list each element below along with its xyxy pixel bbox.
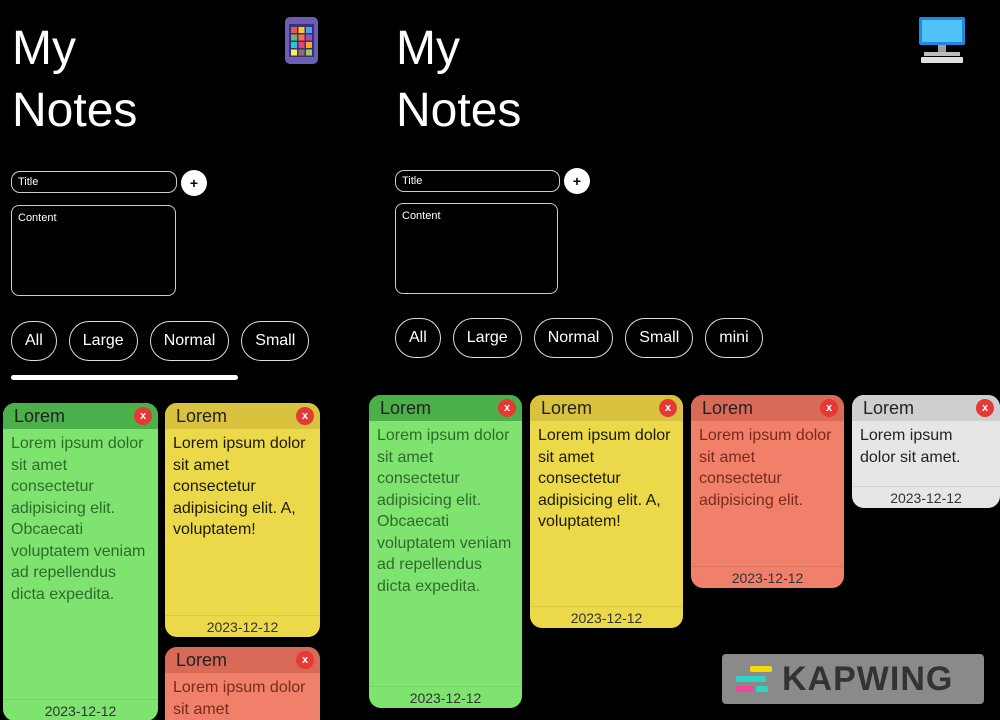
page-title: My Notes xyxy=(12,18,137,142)
close-icon[interactable]: x xyxy=(820,399,838,417)
note-header: Lorem x xyxy=(530,395,683,421)
note-card[interactable]: Lorem x Lorem ipsum dolor sit amet conse… xyxy=(165,403,320,637)
note-body: Lorem ipsum dolor sit amet consectetur a… xyxy=(377,427,512,595)
filter-all[interactable]: All xyxy=(11,321,57,361)
note-body: Lorem ipsum dolor sit amet. xyxy=(860,427,961,466)
note-header: Lorem x xyxy=(165,403,320,429)
close-icon[interactable]: x xyxy=(659,399,677,417)
filter-scrollbar[interactable] xyxy=(11,375,238,380)
note-date: 2023-12-12 xyxy=(691,566,844,588)
page-title-line1: My xyxy=(396,22,460,75)
note-date: 2023-12-12 xyxy=(3,699,158,720)
page-title-line2: Notes xyxy=(396,84,522,137)
title-input[interactable] xyxy=(11,171,177,193)
note-header: Lorem x xyxy=(852,395,1000,421)
filter-normal[interactable]: Normal xyxy=(533,318,614,358)
content-input[interactable] xyxy=(11,205,176,296)
note-body: Lorem ipsum dolor sit amet consectetur a… xyxy=(11,435,146,603)
note-date: 2023-12-12 xyxy=(530,606,683,628)
note-header: Lorem x xyxy=(369,395,522,421)
note-card[interactable]: Lorem x Lorem ipsum dolor sit amet conse… xyxy=(691,395,844,588)
tablet-icon xyxy=(285,17,318,69)
note-card[interactable]: Lorem x Lorem ipsum dolor sit amet. 2023… xyxy=(852,395,1000,508)
note-body: Lorem ipsum dolor sit amet consectetur a… xyxy=(538,427,671,530)
filter-large[interactable]: Large xyxy=(452,318,522,358)
kapwing-logo-icon xyxy=(736,666,772,692)
close-icon[interactable]: x xyxy=(134,407,152,425)
tablet-view-panel: My Notes + All Large Normal Small Lorem … xyxy=(0,0,320,720)
note-card[interactable]: Lorem x Lorem ipsum dolor sit amet conse… xyxy=(530,395,683,628)
filter-normal[interactable]: Normal xyxy=(149,321,230,361)
watermark-text: KAPWING xyxy=(782,659,954,698)
note-date: 2023-12-12 xyxy=(369,686,522,708)
desktop-view-panel: My Notes + All Large Normal Small mini L… xyxy=(360,0,1000,720)
note-body: Lorem ipsum dolor sit amet xyxy=(173,679,306,718)
note-header: Lorem x xyxy=(691,395,844,421)
content-input[interactable] xyxy=(395,203,558,294)
page-title-line1: My xyxy=(12,22,76,75)
note-title: Lorem xyxy=(863,397,915,418)
note-title: Lorem xyxy=(702,397,754,418)
filter-small[interactable]: Small xyxy=(241,321,310,361)
kapwing-watermark: KAPWING xyxy=(722,654,984,704)
note-title: Lorem xyxy=(541,397,593,418)
close-icon[interactable]: x xyxy=(296,651,314,669)
note-body: Lorem ipsum dolor sit amet consectetur a… xyxy=(699,427,832,509)
note-card[interactable]: Lorem x Lorem ipsum dolor sit amet conse… xyxy=(369,395,522,708)
note-title: Lorem xyxy=(14,405,66,426)
note-header: Lorem x xyxy=(3,403,158,429)
note-card[interactable]: Lorem x Lorem ipsum dolor sit amet xyxy=(165,647,320,720)
close-icon[interactable]: x xyxy=(296,407,314,425)
filter-chips: All Large Normal Small xyxy=(11,321,310,361)
close-icon[interactable]: x xyxy=(976,399,994,417)
desktop-icon xyxy=(918,16,966,69)
page-title-line2: Notes xyxy=(12,84,138,137)
note-title: Lorem xyxy=(380,397,432,418)
note-date: 2023-12-12 xyxy=(852,486,1000,508)
page-title: My Notes xyxy=(396,18,521,142)
filter-large[interactable]: Large xyxy=(68,321,138,361)
filter-chips: All Large Normal Small mini xyxy=(395,318,763,358)
close-icon[interactable]: x xyxy=(498,399,516,417)
add-note-button[interactable]: + xyxy=(181,170,207,196)
add-note-button[interactable]: + xyxy=(564,168,590,194)
title-input[interactable] xyxy=(395,170,560,192)
filter-small[interactable]: Small xyxy=(625,318,694,358)
note-card[interactable]: Lorem x Lorem ipsum dolor sit amet conse… xyxy=(3,403,158,720)
filter-all[interactable]: All xyxy=(395,318,441,358)
note-title: Lorem xyxy=(176,405,228,426)
note-date: 2023-12-12 xyxy=(165,615,320,637)
note-title: Lorem xyxy=(176,649,228,670)
note-header: Lorem x xyxy=(165,647,320,673)
note-body: Lorem ipsum dolor sit amet consectetur a… xyxy=(173,435,306,538)
filter-mini[interactable]: mini xyxy=(705,318,763,358)
